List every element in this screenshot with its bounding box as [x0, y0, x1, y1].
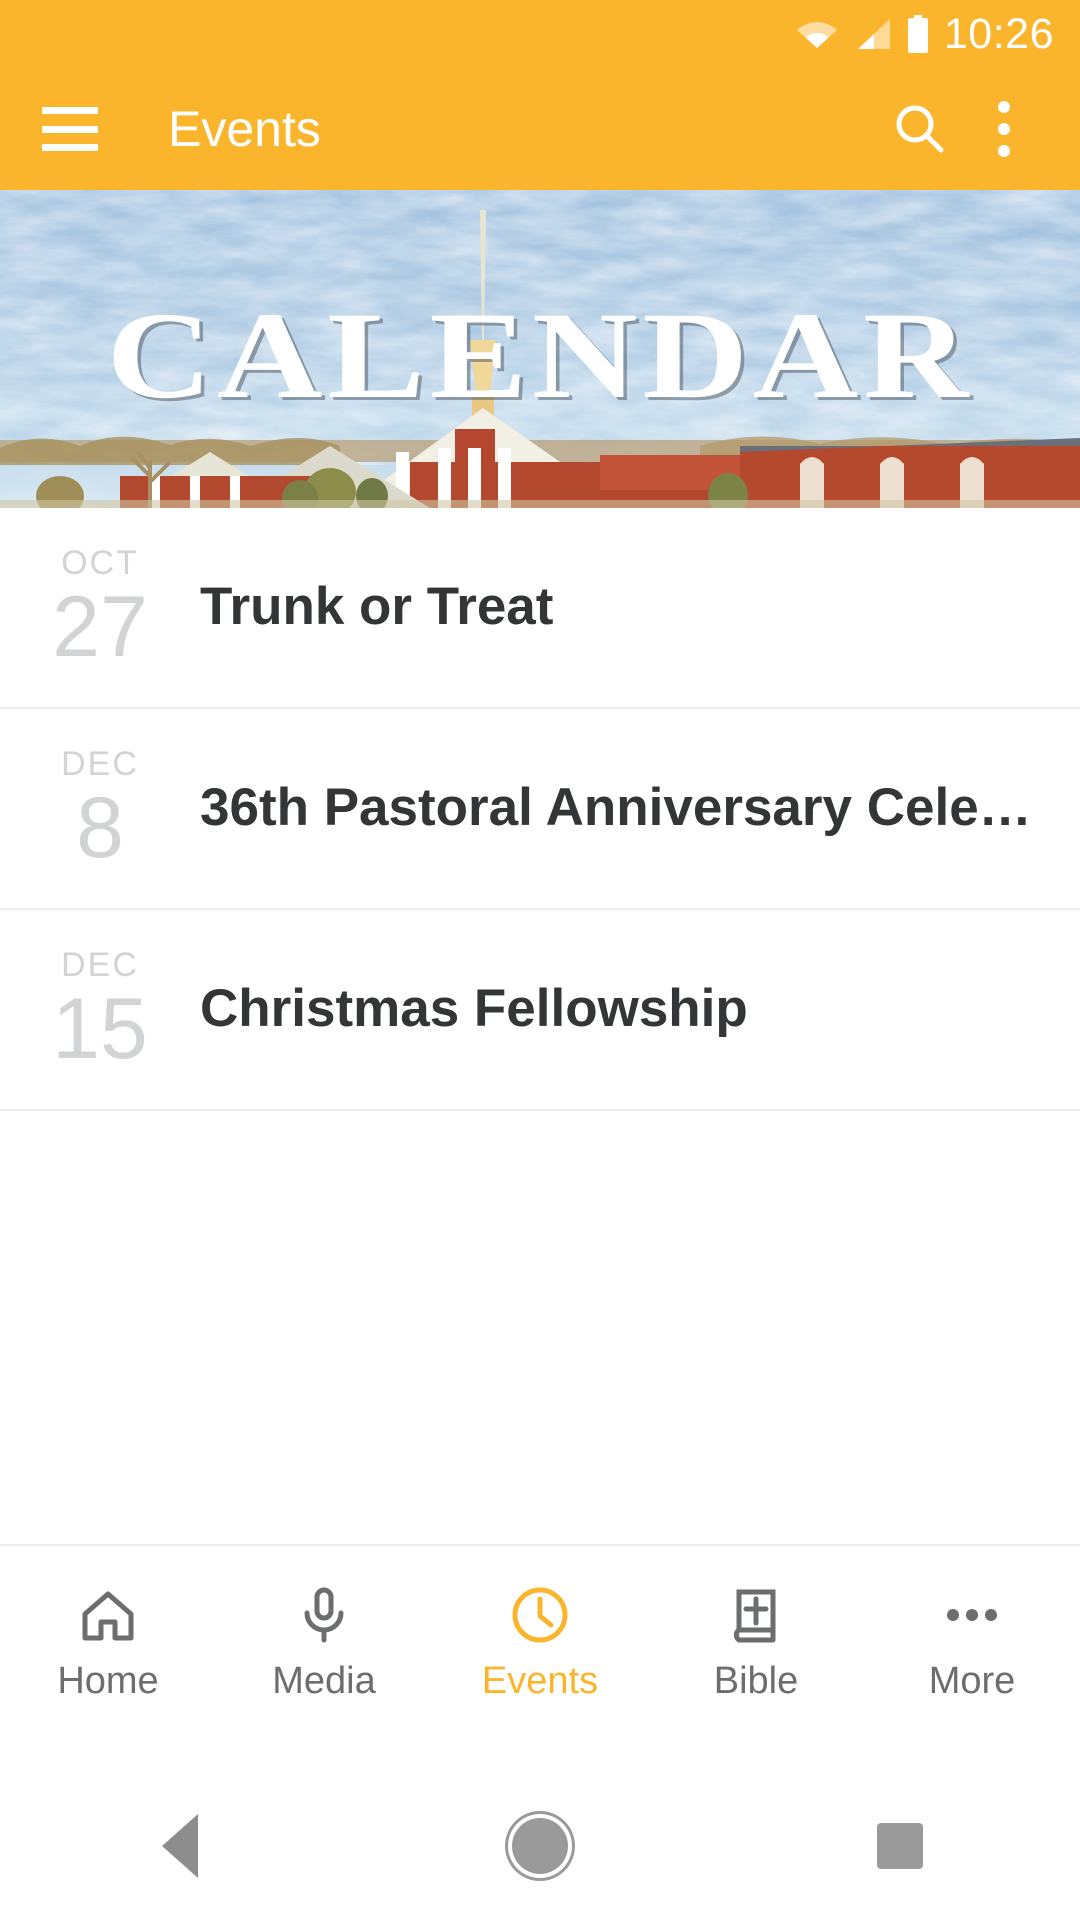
- status-bar: 10:26: [0, 0, 1080, 68]
- status-clock: 10:26: [943, 9, 1054, 58]
- tab-media[interactable]: Media: [216, 1584, 432, 1700]
- nav-home-button[interactable]: [465, 1796, 615, 1896]
- table-row[interactable]: DEC 15 Christmas Fellowship: [0, 910, 1080, 1111]
- event-month: DEC: [61, 945, 139, 984]
- tab-more[interactable]: More: [864, 1584, 1080, 1700]
- app-bar: Events: [0, 68, 1080, 190]
- event-date: OCT 27: [0, 546, 200, 670]
- table-row[interactable]: DEC 8 36th Pastoral Anniversary Celebr…: [0, 709, 1080, 910]
- wifi-icon: [796, 17, 838, 51]
- tab-events[interactable]: Events: [432, 1584, 648, 1700]
- event-day: 27: [52, 578, 148, 675]
- event-month: DEC: [61, 744, 139, 783]
- home-circle-icon: [512, 1818, 568, 1874]
- tab-label: Home: [57, 1660, 159, 1702]
- event-title: Christmas Fellowship: [200, 979, 748, 1039]
- nav-back-button[interactable]: [105, 1796, 255, 1896]
- event-day: 8: [76, 779, 124, 876]
- overflow-menu-button[interactable]: [962, 87, 1046, 171]
- bible-book-icon: [725, 1584, 787, 1646]
- search-button[interactable]: [878, 87, 962, 171]
- church-building-photo: [0, 190, 1080, 508]
- bottom-tab-bar: Home Media Events Bible More: [0, 1544, 1080, 1772]
- search-icon: [893, 102, 947, 156]
- tab-label: Bible: [713, 1660, 799, 1702]
- tab-label: More: [928, 1660, 1016, 1702]
- back-triangle-icon: [162, 1814, 198, 1878]
- status-icon-group: [796, 15, 930, 53]
- table-row[interactable]: OCT 27 Trunk or Treat: [0, 508, 1080, 709]
- more-horizontal-icon: [941, 1584, 1003, 1646]
- hamburger-menu-icon[interactable]: [42, 107, 98, 151]
- event-day: 15: [52, 980, 148, 1077]
- event-title: 36th Pastoral Anniversary Celebr…: [200, 778, 1080, 838]
- recents-square-icon: [877, 1823, 923, 1869]
- event-date: DEC 8: [0, 747, 200, 871]
- event-date: DEC 15: [0, 948, 200, 1072]
- clock-icon: [509, 1584, 571, 1646]
- battery-icon: [906, 15, 930, 53]
- app-screen: 10:26 Events CALENDAR OCT 27 Trunk or Tr…: [0, 0, 1080, 1920]
- android-nav-bar: [0, 1772, 1080, 1920]
- tab-home[interactable]: Home: [0, 1584, 216, 1700]
- microphone-icon: [293, 1584, 355, 1646]
- tab-bible[interactable]: Bible: [648, 1584, 864, 1700]
- hero-banner[interactable]: CALENDAR: [0, 190, 1080, 508]
- tab-label: Media: [272, 1660, 376, 1702]
- more-vertical-icon: [998, 101, 1010, 157]
- event-month: OCT: [61, 543, 139, 582]
- event-list: OCT 27 Trunk or Treat DEC 8 36th Pastora…: [0, 508, 1080, 1544]
- nav-recents-button[interactable]: [825, 1796, 975, 1896]
- cell-signal-icon: [852, 17, 892, 51]
- event-title: Trunk or Treat: [200, 577, 554, 637]
- tab-label: Events: [481, 1660, 599, 1702]
- page-title: Events: [168, 101, 321, 157]
- home-icon: [77, 1584, 139, 1646]
